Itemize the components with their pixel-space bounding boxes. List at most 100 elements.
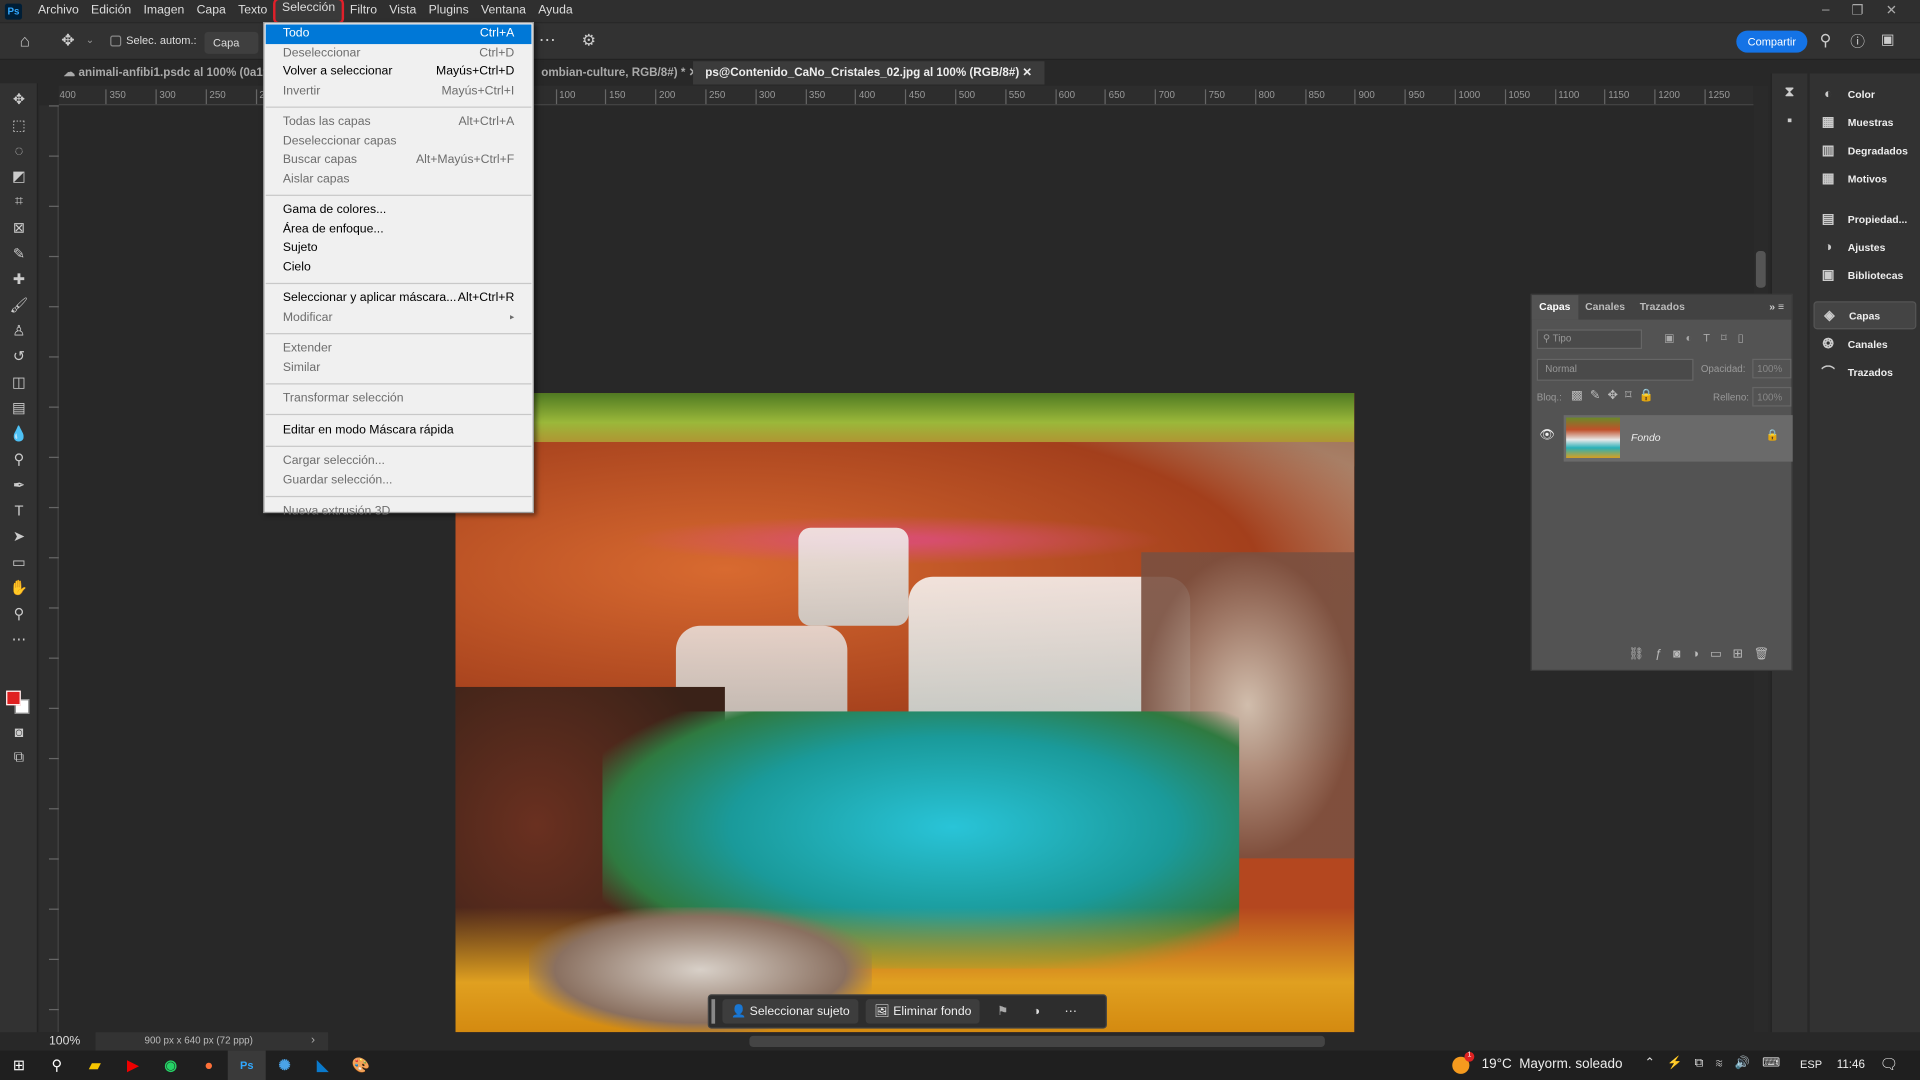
opacity-input[interactable]: 100% <box>1752 358 1792 379</box>
menu-item-area-de-enfoque[interactable]: Área de enfoque... <box>266 220 532 239</box>
dock-item-ajustes[interactable]: ◑ Ajustes <box>1810 233 1920 261</box>
layer-name[interactable]: Fondo <box>1631 431 1661 443</box>
blend-mode-dropdown[interactable]: Normal <box>1536 358 1694 381</box>
tab-capas[interactable]: Capas <box>1531 295 1578 320</box>
gear-icon[interactable]: ⚙ <box>582 31 596 51</box>
crop-tool-icon[interactable]: ⌗ <box>0 189 38 215</box>
dock-item-capas[interactable]: ◈ Capas <box>1813 301 1917 330</box>
menu-item-sujeto[interactable]: Sujeto <box>266 239 532 258</box>
menu-ventana[interactable]: Ventana <box>475 0 532 22</box>
menu-item-seleccionar-y-aplicar-mascara[interactable]: Seleccionar y aplicar máscara... Alt+Ctrl… <box>266 289 532 308</box>
zoom-tool-icon[interactable]: ⚲ <box>0 600 38 626</box>
menu-item-deseleccionar-capas[interactable]: Deseleccionar capas <box>266 132 532 151</box>
menu-item-deseleccionar[interactable]: Deseleccionar Ctrl+D <box>266 43 532 62</box>
gradient-tool-icon[interactable]: ▤ <box>0 394 38 420</box>
close-tab-icon[interactable]: ✕ <box>1022 66 1032 79</box>
layer-actions-bar[interactable]: ⛓ƒ◙◑▭⊞🗑 <box>1532 643 1793 670</box>
whatsapp-app-icon[interactable]: ◉ <box>152 1051 190 1080</box>
notifications-icon[interactable]: 🗨 <box>1880 1056 1899 1073</box>
weather-text[interactable]: 19°C Mayorm. soleado <box>1482 1057 1623 1072</box>
paint-app-icon[interactable]: 🎨 <box>342 1051 380 1080</box>
dock-item-propiedad[interactable]: ▤ Propiedad... <box>1810 204 1920 232</box>
type-tool-icon[interactable]: T <box>0 497 38 523</box>
home-icon[interactable]: ⌂ <box>20 31 30 51</box>
marquee-tool-icon[interactable]: ⬚ <box>0 111 38 137</box>
menu-item-volver-a-seleccionar[interactable]: Volver a seleccionar Mayús+Ctrl+D <box>266 62 532 81</box>
tab-animali-anfibi[interactable]: ☁ animali-anfibi1.psdc al 100% (0a1f8c <box>51 61 291 84</box>
drag-handle[interactable] <box>711 999 716 1024</box>
menu-filtro[interactable]: Filtro <box>344 0 383 22</box>
tab-trazados[interactable]: Trazados <box>1632 295 1692 319</box>
dock-item-trazados[interactable]: ⌒ Trazados <box>1810 358 1920 386</box>
menu-item-transformar-seleccion[interactable]: Transformar selección <box>266 389 532 408</box>
scrollbar-thumb[interactable] <box>1755 251 1766 288</box>
menu-item-todas-las-capas[interactable]: Todas las capas Alt+Ctrl+A <box>266 113 532 132</box>
foreground-color-swatch[interactable] <box>6 690 21 706</box>
minimize-button[interactable]: – <box>1822 2 1830 17</box>
dock-item-motivos[interactable]: ▦ Motivos <box>1810 164 1920 192</box>
dock-item-degradados[interactable]: ▥ Degradados <box>1810 136 1920 164</box>
horizontal-scrollbar[interactable] <box>749 1035 1325 1047</box>
menu-item-aislar-capas[interactable]: Aislar capas <box>266 170 532 189</box>
help-icon[interactable]: ⓘ <box>1850 31 1865 52</box>
menu-item-invertir[interactable]: Invertir Mayús+Ctrl+I <box>266 81 532 100</box>
dock-item-muestras[interactable]: ▦ Muestras <box>1810 108 1920 136</box>
frame-tool-icon[interactable]: ⊠ <box>0 214 38 240</box>
lasso-tool-icon[interactable]: ◌ <box>0 137 38 163</box>
flag-icon[interactable]: ⚑ <box>997 1005 1008 1018</box>
canvas-image[interactable] <box>455 393 1355 1033</box>
layer-row-fondo[interactable]: 👁 Fondo 🔒 <box>1532 415 1793 462</box>
more-tool-icon[interactable]: ⋯ <box>0 626 38 652</box>
eyedropper-tool-icon[interactable]: ✎ <box>0 240 38 266</box>
move-tool-icon[interactable]: ✥ <box>61 31 74 51</box>
menu-item-editar-en-modo-mascara-rapida[interactable]: Editar en modo Máscara rápida <box>266 421 532 440</box>
more-options-icon[interactable]: ⋯ <box>539 29 556 50</box>
select-subject-button[interactable]: 👤 Seleccionar sujeto <box>722 999 859 1024</box>
windows-start-icon[interactable]: ⊞ <box>0 1051 38 1080</box>
menu-plugins[interactable]: Plugins <box>422 0 474 22</box>
menu-item-cielo[interactable]: Cielo <box>266 258 532 277</box>
eraser-tool-icon[interactable]: ◫ <box>0 369 38 395</box>
zoom-level[interactable]: 100% <box>49 1035 80 1048</box>
rectangle-tool-icon[interactable]: ▭ <box>0 549 38 575</box>
search-icon[interactable]: ⚲ <box>38 1051 76 1080</box>
photoshop-app-icon[interactable]: Ps <box>227 1050 266 1080</box>
restore-button[interactable]: ❐ <box>1851 2 1863 19</box>
object-select-tool-icon[interactable]: ◩ <box>0 163 38 189</box>
layer-filter-icons[interactable]: ▣◐T⌑▯ <box>1664 332 1755 345</box>
document-info[interactable]: 900 px x 640 px (72 ppp) <box>95 1032 329 1051</box>
menu-archivo[interactable]: Archivo <box>32 0 85 22</box>
layer-filter-input[interactable]: ⚲ Tipo <box>1536 329 1643 349</box>
history-brush-tool-icon[interactable]: ↺ <box>0 343 38 369</box>
workspace-icon[interactable]: ▣ <box>1881 31 1895 48</box>
close-button[interactable]: ✕ <box>1886 2 1897 19</box>
auto-select-dropdown[interactable]: Capa <box>204 31 259 54</box>
fill-input[interactable]: 100% <box>1752 386 1792 407</box>
menu-item-extender[interactable]: Extender <box>266 339 532 358</box>
menu-item-guardar-seleccion[interactable]: Guardar selección... <box>266 471 532 490</box>
stamp-tool-icon[interactable]: ♙ <box>0 317 38 343</box>
blur-tool-icon[interactable]: 💧 <box>0 420 38 446</box>
history-icon[interactable]: ⧗ <box>1772 83 1808 101</box>
search-icon[interactable]: ⚲ <box>1820 31 1832 51</box>
dock-item-canales[interactable]: ❂ Canales <box>1810 329 1920 357</box>
tab-canales[interactable]: Canales <box>1578 295 1633 319</box>
menu-item-nueva-extrusion-3d[interactable]: Nueva extrusión 3D <box>266 502 532 521</box>
remove-background-button[interactable]: 🖼 Eliminar fondo <box>865 999 981 1024</box>
app-blue-app-icon[interactable]: ✺ <box>266 1051 304 1080</box>
share-button[interactable]: Compartir <box>1736 30 1808 53</box>
menu-item-cargar-seleccion[interactable]: Cargar selección... <box>266 452 532 471</box>
vscode-app-icon[interactable]: ◣ <box>304 1051 342 1080</box>
menu-seleccion[interactable]: Selección <box>273 0 344 25</box>
menu-vista[interactable]: Vista <box>383 0 422 22</box>
lock-icons[interactable]: ▩✎✥⌑🔒 <box>1571 389 1661 402</box>
auto-select-checkbox[interactable] <box>110 35 122 47</box>
pen-tool-icon[interactable]: ✒ <box>0 471 38 497</box>
menu-item-buscar-capas[interactable]: Buscar capas Alt+Mayús+Ctrl+F <box>266 151 532 170</box>
system-tray-icons[interactable]: ⌃⚡⧉≋🔊⌨ <box>1644 1057 1792 1070</box>
brush-tool-icon[interactable]: 🖌 <box>0 291 38 317</box>
dock-item-bibliotecas[interactable]: ▣ Bibliotecas <box>1810 261 1920 289</box>
menu-imagen[interactable]: Imagen <box>137 0 190 22</box>
tab-colombian-culture[interactable]: ombian-culture, RGB/8#) * ✕ <box>529 61 711 84</box>
dodge-tool-icon[interactable]: ⚲ <box>0 446 38 472</box>
